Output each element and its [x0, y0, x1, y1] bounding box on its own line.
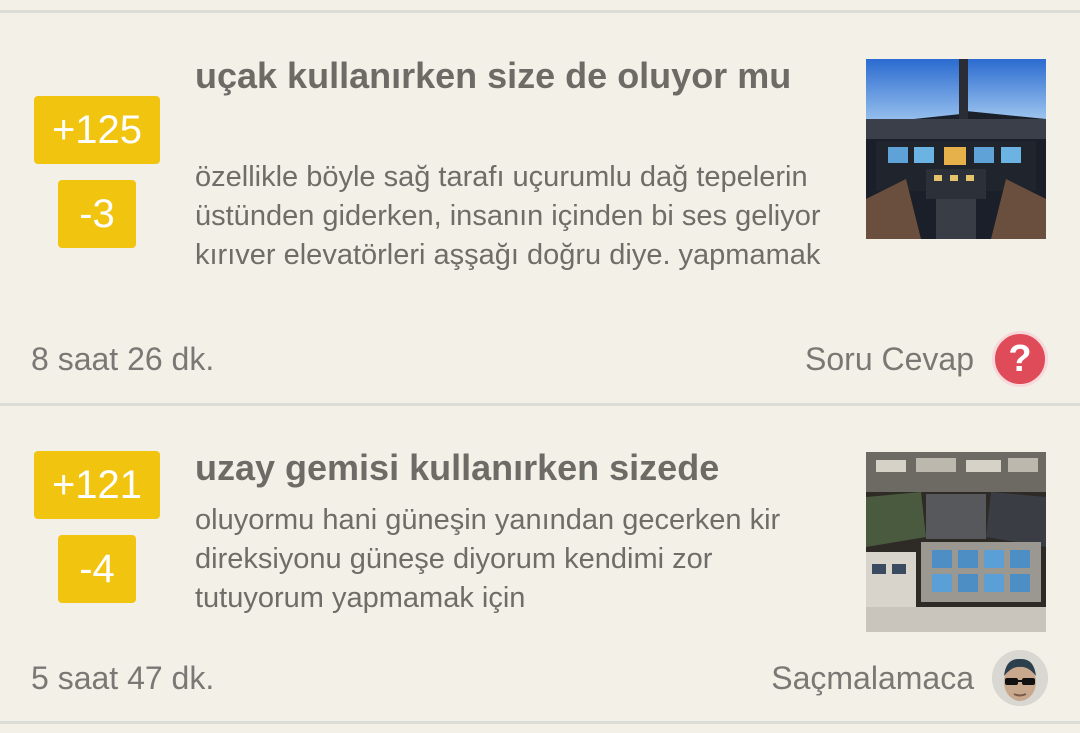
post-thumbnail[interactable]: [866, 59, 1046, 239]
upvote-button[interactable]: +121: [34, 451, 160, 519]
spaceship-cockpit-image: [866, 452, 1046, 632]
post-card[interactable]: +121 -4 uzay gemisi kullanırken sizede o…: [0, 405, 1080, 725]
post-card[interactable]: +125 -3 uçak kullanırken size de oluyor …: [0, 0, 1080, 405]
sunglasses-avatar-icon[interactable]: [992, 650, 1048, 706]
airplane-cockpit-image: [866, 59, 1046, 239]
upvote-button[interactable]: +125: [34, 96, 160, 164]
downvote-button[interactable]: -3: [58, 180, 136, 248]
post-thumbnail[interactable]: [866, 452, 1046, 632]
post-title[interactable]: uzay gemisi kullanırken sizede: [195, 443, 815, 492]
downvote-button[interactable]: -4: [58, 535, 136, 603]
question-mark-icon[interactable]: ?: [992, 331, 1048, 387]
post-title[interactable]: uçak kullanırken size de oluyor mu: [195, 51, 815, 100]
post-timestamp: 8 saat 26 dk.: [31, 341, 215, 377]
post-category[interactable]: Saçmalamaca: [771, 660, 974, 697]
post-timestamp: 5 saat 47 dk.: [31, 660, 215, 696]
post-body: oluyormu hani güneşin yanından gecerken …: [195, 504, 781, 614]
post-body: özellikle böyle sağ tarafı uçurumlu dağ …: [195, 161, 821, 271]
post-category[interactable]: Soru Cevap: [805, 341, 974, 378]
post-feed: +125 -3 uçak kullanırken size de oluyor …: [0, 0, 1080, 733]
divider: [0, 721, 1080, 724]
